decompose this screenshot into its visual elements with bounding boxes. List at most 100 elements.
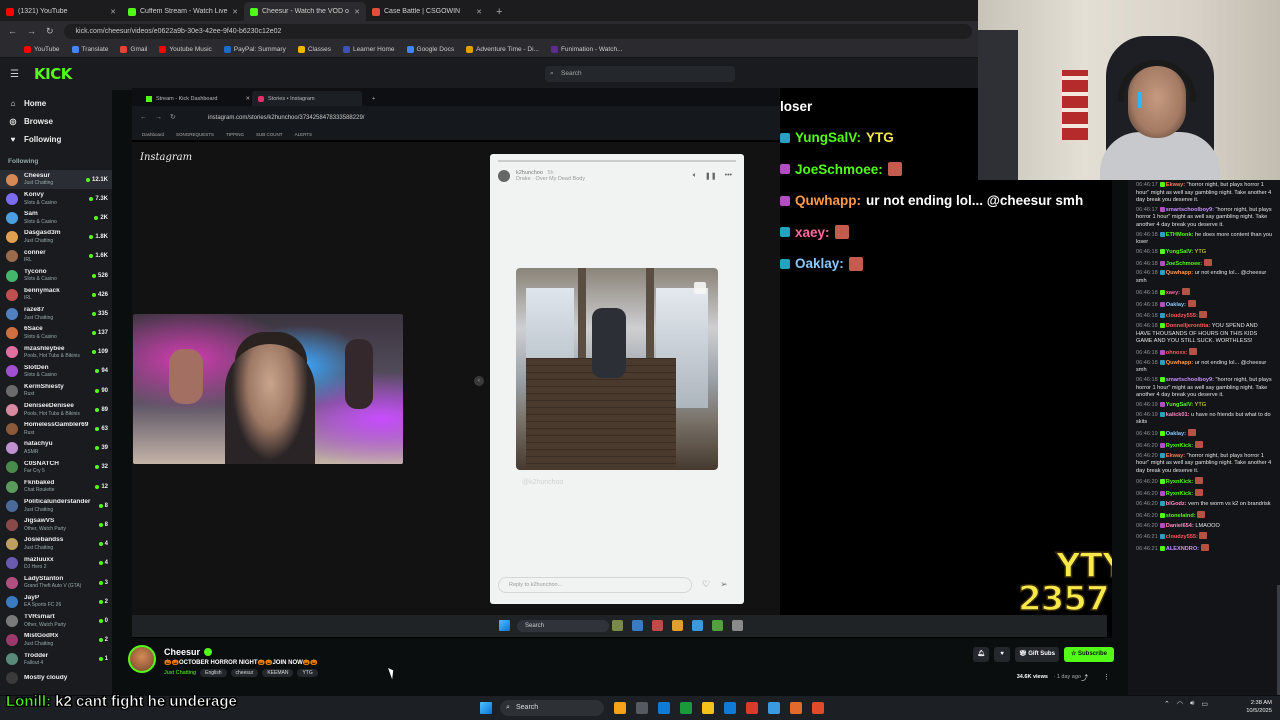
- followed-channel[interactable]: Fknbaked Chat Roulette 12: [0, 477, 112, 496]
- chat-username[interactable]: smartschoolboy9:: [1166, 377, 1214, 383]
- taskbar-app-icon[interactable]: [658, 702, 670, 714]
- chat-username[interactable]: cloudzy555:: [1166, 313, 1198, 319]
- chat-username[interactable]: RyxnKick:: [1166, 479, 1193, 485]
- chat-username[interactable]: YungSalV:: [1166, 249, 1193, 255]
- menu-icon[interactable]: ☰: [10, 69, 20, 80]
- taskbar-app-icon[interactable]: [680, 702, 692, 714]
- chat-username[interactable]: Ekway:: [1166, 453, 1185, 459]
- chat-username[interactable]: smartschoolboy9:: [1166, 207, 1214, 213]
- followed-channel[interactable]: MistGodRx Just Chatting 2: [0, 631, 112, 650]
- sidebar-nav-following[interactable]: ♥ Following: [0, 130, 112, 148]
- chat-username[interactable]: Oaklay:: [1166, 431, 1186, 437]
- followed-channel[interactable]: Cheesur Just Chatting 12.1K: [0, 170, 112, 190]
- chat-username[interactable]: Daniel654:: [1166, 523, 1194, 529]
- followed-channel[interactable]: Josiebandss Just Chatting 4: [0, 535, 112, 554]
- bookmark[interactable]: YouTube: [24, 45, 60, 53]
- more-options-icon[interactable]: ⋮: [1103, 673, 1110, 681]
- followed-channel[interactable]: DeniseeDenisee Pools, Hot Tubs & Bikinis 8…: [0, 400, 112, 419]
- followed-channel[interactable]: Trodder Fallout 4 1: [0, 650, 112, 669]
- browser-tab[interactable]: (1321) YouTube ✕: [0, 2, 122, 21]
- followed-channel[interactable]: JigsawVS Other, Watch Party 8: [0, 515, 112, 534]
- browser-tab[interactable]: Cuffem Stream - Watch Live on ✕: [122, 2, 244, 21]
- followed-channel[interactable]: C0SNATCH Far Cry 5 32: [0, 458, 112, 477]
- followed-channel[interactable]: Konvy Slots & Casino 7.3K: [0, 189, 112, 208]
- chat-username[interactable]: xaey:: [1166, 290, 1180, 296]
- tag[interactable]: cheesur: [230, 669, 259, 677]
- channel-avatar[interactable]: [128, 645, 156, 673]
- bookmark[interactable]: Learner Home: [342, 45, 395, 53]
- reload-icon[interactable]: ↻: [46, 26, 54, 37]
- bookmark[interactable]: Gmail: [120, 45, 147, 53]
- followed-channel[interactable]: Politicalunderstander Just Chatting 8: [0, 496, 112, 515]
- tag[interactable]: English: [200, 669, 227, 677]
- bookmark[interactable]: Classes: [297, 45, 331, 53]
- wifi-icon[interactable]: ◠: [1177, 700, 1183, 708]
- chat-username[interactable]: RyxnKick:: [1166, 443, 1193, 449]
- sidebar-nav-browse[interactable]: ◎ Browse: [0, 112, 112, 130]
- bookmark[interactable]: Funimation - Watch...: [550, 45, 622, 53]
- taskbar-app-icon[interactable]: [812, 702, 824, 714]
- battery-icon[interactable]: ▭: [1201, 700, 1208, 708]
- chat-username[interactable]: blGodz:: [1166, 501, 1187, 507]
- forward-icon[interactable]: →: [27, 26, 36, 36]
- kick-search-input[interactable]: ⌕ Search: [545, 66, 735, 82]
- tag[interactable]: YTG: [297, 669, 318, 677]
- bookmark[interactable]: Youtube Music: [159, 45, 212, 53]
- close-icon[interactable]: ✕: [110, 8, 116, 16]
- tag[interactable]: KEEMAN: [262, 669, 294, 677]
- chat-username[interactable]: Donnelljerontita:: [1166, 323, 1210, 329]
- chat-username[interactable]: kalick01:: [1166, 412, 1190, 418]
- bookmark[interactable]: Translate: [71, 45, 108, 53]
- back-icon[interactable]: ←: [8, 26, 17, 36]
- system-clock[interactable]: 2:38 AM 10/5/2025: [1246, 699, 1272, 715]
- browser-tab[interactable]: Case Battle | CSGOWIN ✕: [366, 2, 488, 21]
- gift-subs-button[interactable]: 🎁︎ Gift Subs: [1014, 647, 1059, 662]
- bookmark[interactable]: PayPal: Summary: [223, 45, 286, 53]
- followed-channel[interactable]: Sam Slots & Casino 2K: [0, 208, 112, 227]
- followed-channel[interactable]: Dasgasd3m Just Chatting 1.8K: [0, 228, 112, 247]
- taskbar-app-icon[interactable]: [702, 702, 714, 714]
- chat-username[interactable]: ALEXNDRO:: [1166, 546, 1199, 552]
- stream-video[interactable]: Stream - Kick Dashboard ✕ Stories • Inst…: [132, 88, 1112, 638]
- url-field[interactable]: kick.com/cheesur/videos/e0622a9b-30e3-42…: [63, 23, 972, 39]
- chat-username[interactable]: Oaklay:: [1166, 302, 1186, 308]
- chat-username[interactable]: ohnoxx:: [1166, 350, 1188, 356]
- browser-tab[interactable]: Cheesur - Watch the VOD o ✕: [244, 2, 366, 21]
- taskbar-app-icon[interactable]: [768, 702, 780, 714]
- taskbar-app-icon[interactable]: [746, 702, 758, 714]
- notification-bell-icon[interactable]: 🔔︎: [972, 647, 989, 662]
- kick-logo[interactable]: KICK: [34, 65, 72, 83]
- followed-channel[interactable]: SlotDen Slots & Casino 94: [0, 362, 112, 381]
- chat-username[interactable]: Quwhapp:: [1166, 360, 1193, 366]
- bookmark[interactable]: Google Docs: [406, 45, 454, 53]
- speaker-icon[interactable]: 🔊︎: [1190, 700, 1194, 708]
- chat-username[interactable]: Quwhapp:: [1166, 270, 1193, 276]
- followed-channel[interactable]: natachyu ASMR 39: [0, 439, 112, 458]
- followed-channel[interactable]: mzashleybee Pools, Hot Tubs & Bikinis 109: [0, 343, 112, 362]
- taskbar-app-icon[interactable]: [636, 702, 648, 714]
- windows-start-icon[interactable]: [480, 702, 492, 714]
- followed-channel[interactable]: JayP EA Sports FC 26 2: [0, 592, 112, 611]
- followed-channel[interactable]: Tycono Slots & Casino 526: [0, 266, 112, 285]
- subscribe-button[interactable]: ☆ Subscribe: [1063, 647, 1114, 662]
- new-tab-icon[interactable]: +: [488, 6, 510, 21]
- followed-channel[interactable]: mazluuxx DJ Hero 2 4: [0, 554, 112, 573]
- sidebar-nav-home[interactable]: ⌂ Home: [0, 94, 112, 112]
- chat-username[interactable]: ETHMonk:: [1166, 232, 1194, 238]
- category-link[interactable]: Just Chatting: [164, 670, 196, 676]
- followed-channel[interactable]: conner IRL 1.6K: [0, 247, 112, 266]
- taskbar-search[interactable]: ⌕ Search: [500, 700, 604, 716]
- close-icon[interactable]: ✕: [476, 8, 482, 16]
- chat-username[interactable]: RyxnKick:: [1166, 491, 1193, 497]
- taskbar-app-icon[interactable]: [790, 702, 802, 714]
- followed-channel[interactable]: raze87 Just Chatting 335: [0, 304, 112, 323]
- channel-name[interactable]: Cheesur: [164, 647, 213, 657]
- followed-channel[interactable]: TVRsmart Other, Watch Party 0: [0, 611, 112, 630]
- follow-heart-icon[interactable]: ♥: [993, 647, 1010, 662]
- followed-channel[interactable]: KermShiesty Rust 90: [0, 381, 112, 400]
- taskbar-app-icon[interactable]: [614, 702, 626, 714]
- chat-username[interactable]: cloudzy555:: [1166, 534, 1198, 540]
- close-icon[interactable]: ✕: [232, 8, 238, 16]
- followed-channel[interactable]: Mostly cloudy: [0, 669, 112, 688]
- bookmark[interactable]: Adventure Time - Di...: [466, 45, 539, 53]
